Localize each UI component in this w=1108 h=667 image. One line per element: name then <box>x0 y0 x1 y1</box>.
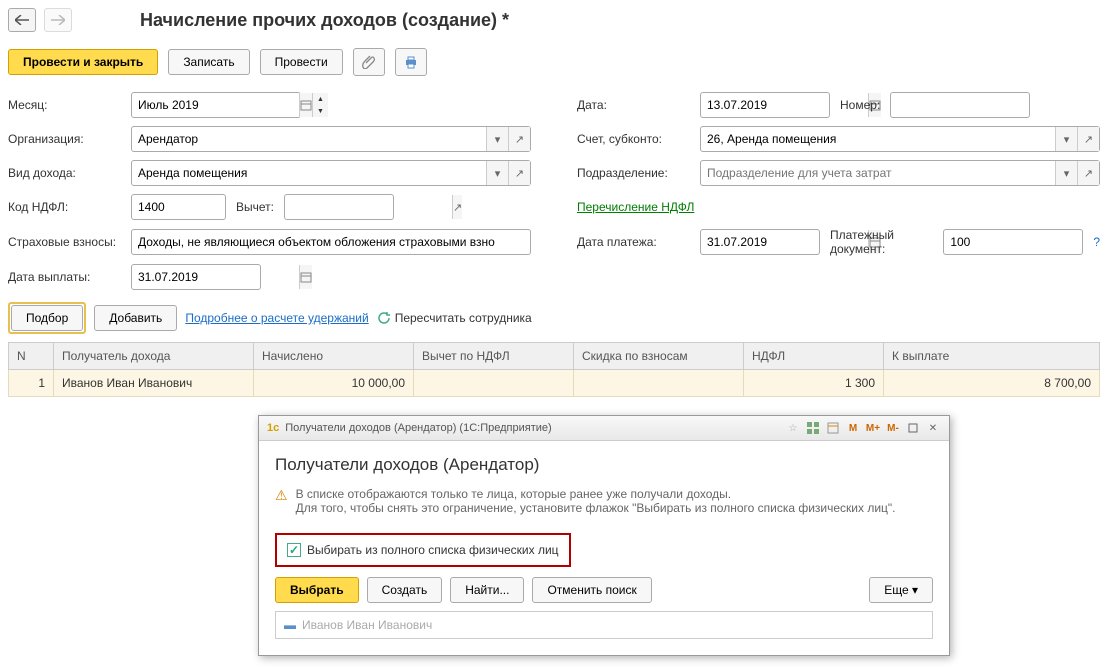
modal-more-button[interactable]: Еще ▾ <box>869 577 933 603</box>
dept-dropdown-button[interactable]: ▾ <box>1055 161 1077 185</box>
account-open-button[interactable]: ↗ <box>1077 127 1099 151</box>
checkbox-icon: ✓ <box>287 543 301 557</box>
month-up-button[interactable]: ▲ <box>312 93 328 105</box>
cell-n: 1 <box>9 370 54 397</box>
calendar-icon <box>300 271 312 283</box>
payout-date-calendar-button[interactable] <box>299 265 312 289</box>
maximize-button[interactable] <box>905 420 921 436</box>
paperclip-icon <box>362 55 376 69</box>
post-and-close-button[interactable]: Провести и закрыть <box>8 49 158 75</box>
income-type-dropdown-button[interactable]: ▾ <box>486 161 508 185</box>
warning-text-2: Для того, чтобы снять это ограничение, у… <box>296 501 896 515</box>
nav-back-button[interactable] <box>8 8 36 32</box>
select-button[interactable]: Подбор <box>11 305 83 331</box>
recipients-table: N Получатель дохода Начислено Вычет по Н… <box>8 342 1100 397</box>
add-button[interactable]: Добавить <box>94 305 177 331</box>
attach-button[interactable] <box>353 48 385 76</box>
modal-list-item[interactable]: ▬ Иванов Иван Иванович <box>275 611 933 639</box>
cell-to-pay: 8 700,00 <box>884 370 1100 397</box>
recalc-button[interactable]: Пересчитать сотрудника <box>395 311 532 325</box>
warning-icon: ⚠ <box>275 487 288 515</box>
modal-titlebar-text: Получатели доходов (Арендатор) (1С:Предп… <box>285 422 551 434</box>
payment-date-label: Дата платежа: <box>577 235 692 249</box>
col-ndfl-deduction: Вычет по НДФЛ <box>414 343 574 370</box>
modal-list-item-text: Иванов Иван Иванович <box>302 618 432 632</box>
org-dropdown-button[interactable]: ▾ <box>486 127 508 151</box>
app-icon: 1c <box>267 422 279 434</box>
col-to-pay: К выплате <box>884 343 1100 370</box>
post-button[interactable]: Провести <box>260 49 343 75</box>
cell-ndfl: 1 300 <box>744 370 884 397</box>
more-info-link[interactable]: Подробнее о расчете удержаний <box>185 311 368 325</box>
memory-plus-button[interactable]: M+ <box>865 420 881 436</box>
income-type-open-button[interactable]: ↗ <box>508 161 530 185</box>
close-button[interactable]: ✕ <box>925 420 941 436</box>
modal-heading: Получатели доходов (Арендатор) <box>275 455 933 475</box>
org-input[interactable] <box>132 127 486 151</box>
ins-label: Страховые взносы: <box>8 235 123 249</box>
ndfl-code-label: Код НДФЛ: <box>8 200 123 214</box>
modal-create-button[interactable]: Создать <box>367 577 443 603</box>
income-type-input[interactable] <box>132 161 486 185</box>
calendar-icon <box>300 99 312 111</box>
modal-select-button[interactable]: Выбрать <box>275 577 359 603</box>
checkbox-text: Выбирать из полного списка физических ли… <box>307 543 559 557</box>
table-row[interactable]: 1 Иванов Иван Иванович 10 000,00 1 300 8… <box>9 370 1100 397</box>
help-button[interactable]: ? <box>1093 235 1100 249</box>
payout-date-input[interactable] <box>132 265 299 289</box>
recipients-modal: 1c Получатели доходов (Арендатор) (1С:Пр… <box>258 415 950 656</box>
income-type-label: Вид дохода: <box>8 166 123 180</box>
account-input[interactable] <box>701 127 1055 151</box>
cell-recipient: Иванов Иван Иванович <box>54 370 254 397</box>
memory-m-button[interactable]: M <box>845 420 861 436</box>
cell-accrued: 10 000,00 <box>254 370 414 397</box>
grid-icon[interactable] <box>805 420 821 436</box>
month-label: Месяц: <box>8 98 123 112</box>
modal-find-button[interactable]: Найти... <box>450 577 524 603</box>
deduction-open-button[interactable]: ↗ <box>452 195 462 219</box>
save-button[interactable]: Записать <box>168 49 249 75</box>
modal-cancel-search-button[interactable]: Отменить поиск <box>532 577 651 603</box>
page-title: Начисление прочих доходов (создание) * <box>140 10 509 31</box>
payment-doc-input[interactable] <box>944 230 1108 254</box>
org-open-button[interactable]: ↗ <box>508 127 530 151</box>
deduction-input[interactable] <box>285 195 452 219</box>
deduction-label: Вычет: <box>236 200 274 214</box>
warning-text-1: В списке отображаются только те лица, ко… <box>296 487 896 501</box>
col-accrued: Начислено <box>254 343 414 370</box>
memory-minus-button[interactable]: M- <box>885 420 901 436</box>
account-dropdown-button[interactable]: ▾ <box>1055 127 1077 151</box>
refresh-icon <box>377 311 391 325</box>
payout-date-label: Дата выплаты: <box>8 270 123 284</box>
account-label: Счет, субконто: <box>577 132 692 146</box>
arrow-right-icon <box>51 15 65 25</box>
print-button[interactable] <box>395 48 427 76</box>
calc-icon[interactable] <box>825 420 841 436</box>
dept-input[interactable] <box>701 161 1055 185</box>
org-label: Организация: <box>8 132 123 146</box>
col-ins-discount: Скидка по взносам <box>574 343 744 370</box>
calendar-button[interactable] <box>299 93 312 117</box>
cell-ins-discount <box>574 370 744 397</box>
ins-input[interactable] <box>132 230 530 254</box>
arrow-left-icon <box>15 15 29 25</box>
printer-icon <box>404 55 418 69</box>
dept-open-button[interactable]: ↗ <box>1077 161 1099 185</box>
col-n: N <box>9 343 54 370</box>
favorite-icon[interactable]: ☆ <box>785 420 801 436</box>
cell-ndfl-deduction <box>414 370 574 397</box>
date-label: Дата: <box>577 98 692 112</box>
payment-doc-label: Платежный документ: <box>830 228 933 256</box>
month-input[interactable] <box>132 93 299 117</box>
full-list-checkbox-label[interactable]: ✓ Выбирать из полного списка физических … <box>287 543 559 557</box>
col-recipient: Получатель дохода <box>54 343 254 370</box>
person-icon: ▬ <box>284 618 296 632</box>
nav-forward-button[interactable] <box>44 8 72 32</box>
number-label: Номер: <box>840 98 880 112</box>
dept-label: Подразделение: <box>577 166 692 180</box>
ndfl-transfer-link[interactable]: Перечисление НДФЛ <box>577 200 694 214</box>
col-ndfl: НДФЛ <box>744 343 884 370</box>
month-down-button[interactable]: ▼ <box>312 105 328 117</box>
number-input[interactable] <box>891 93 1058 117</box>
